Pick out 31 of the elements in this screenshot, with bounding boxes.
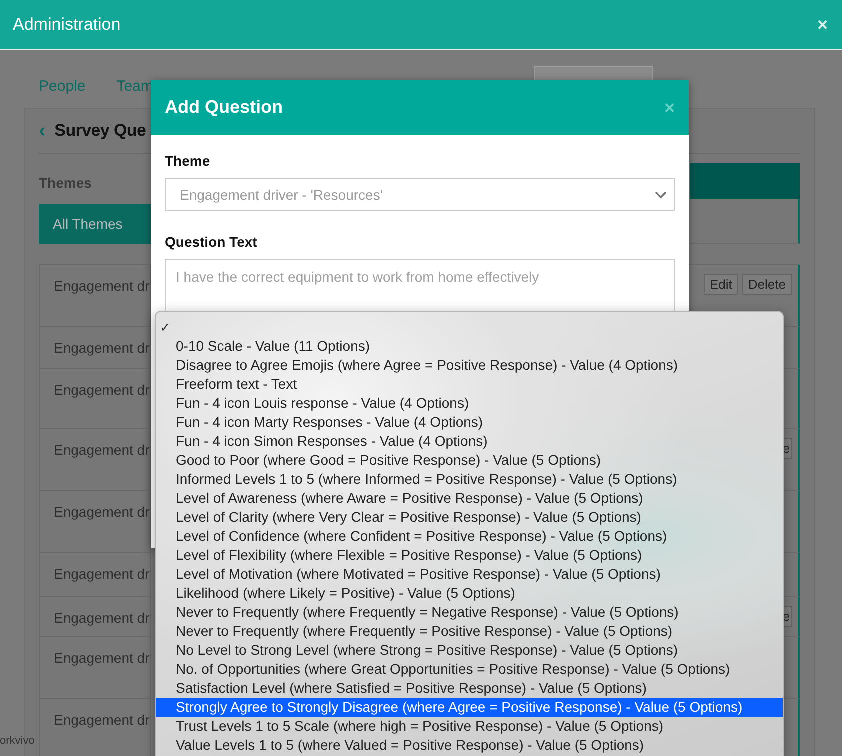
- field-label: Theme: [165, 153, 212, 169]
- menu-option[interactable]: Disagree to Agree Emojis (where Agree = Positive Response) - Value (4 Options): [156, 356, 783, 375]
- menu-option[interactable]: No. of Opportunities (where Great Opportunities = Positive Response) - Value (5 Options): [156, 660, 783, 679]
- themes-label: Themes: [39, 175, 93, 191]
- menu-option[interactable]: Fun - 4 icon Louis response - Value (4 Options): [156, 394, 783, 413]
- menu-option[interactable]: Level of Flexibility (where Flexible = Positive Response) - Value (5 Options): [156, 546, 783, 565]
- menu-option[interactable]: Informed Levels 1 to 5 (where Informed = Positive Response) - Value (5 Options): [156, 470, 783, 489]
- menu-option[interactable]: Level of Confidence (where Confident = Positive Response) - Value (5 Options): [156, 527, 783, 546]
- menu-option[interactable]: No Level to Strong Level (where Strong = Positive Response) - Value (5 Options): [156, 641, 783, 660]
- panel-title: Survey Que: [54, 121, 146, 141]
- menu-option[interactable]: Strongly Agree to Strongly Disagree (where Agree = Positive Response) - Value (5 Options): [156, 698, 783, 717]
- dialog-title: Add Question: [165, 97, 283, 118]
- menu-option[interactable]: Never to Frequently (where Frequently = Positive Response) - Value (5 Options): [156, 622, 783, 641]
- menu-option[interactable]: Fun - 4 icon Simon Responses - Value (4 Options): [156, 432, 783, 451]
- menu-option[interactable]: Level of Motivation (where Motivated = Positive Response) - Value (5 Options): [156, 565, 783, 584]
- row-action-button[interactable]: Delete: [742, 274, 792, 295]
- menu-option[interactable]: Fun - 4 icon Marty Responses - Value (4 Options): [156, 413, 783, 432]
- menu-option[interactable]: Level of Awareness (where Aware = Positive Response) - Value (5 Options): [156, 489, 783, 508]
- chevron-down-icon: [655, 190, 667, 198]
- menu-option[interactable]: Likelihood (where Likely = Positive) - Value (5 Options): [156, 584, 783, 603]
- menu-option[interactable]: Level of Clarity (where Very Clear = Positive Response) - Value (5 Options): [156, 508, 783, 527]
- menu-option[interactable]: Never to Frequently (where Frequently = Negative Response) - Value (5 Options): [156, 603, 783, 622]
- menu-option[interactable]: Freeform text - Text: [156, 375, 783, 394]
- field-label: Question Text: [165, 234, 258, 250]
- menu-option[interactable]: Good to Poor (where Good = Positive Response) - Value (5 Options): [156, 451, 783, 470]
- menu-option[interactable]: Satisfaction Level (where Satisfied = Positive Response) - Value (5 Options): [156, 679, 783, 698]
- window-title: Administration: [13, 14, 121, 34]
- menu-option[interactable]: Value Levels 1 to 5 (where Valued = Positive Response) - Value (5 Options): [156, 736, 783, 755]
- menu-option[interactable]: Trust Levels 1 to 5 Scale (where high = Positive Response) - Value (5 Options): [156, 717, 783, 736]
- row-action-button[interactable]: Edit: [704, 274, 738, 295]
- footer-text: orkvivo: [0, 735, 35, 747]
